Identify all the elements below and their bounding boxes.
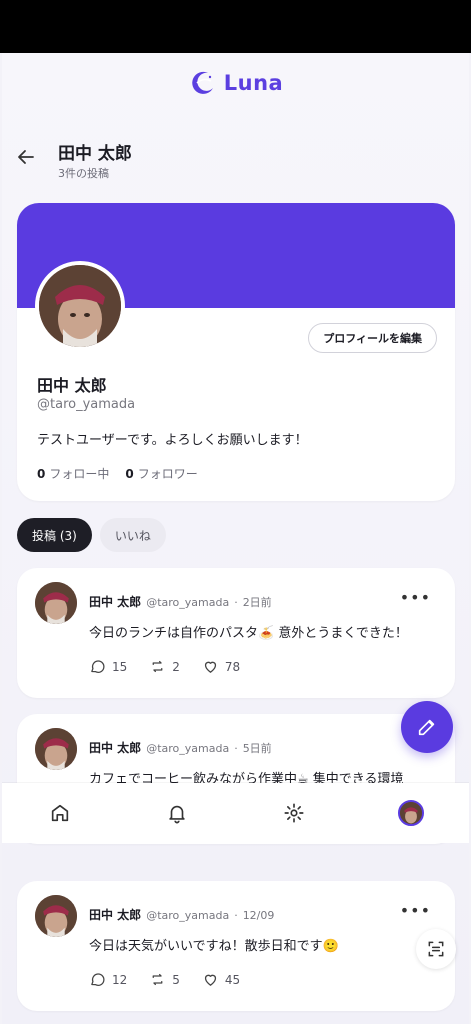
profile-stats: 0 フォロー中 0 フォロワー (37, 465, 198, 482)
heart-icon (204, 661, 217, 673)
post-author-name[interactable]: 田中 太郎 (89, 739, 141, 756)
compose-button[interactable] (401, 701, 453, 753)
reply-button[interactable]: 15 (89, 658, 127, 675)
separator-dot: · (234, 909, 238, 922)
post-avatar[interactable] (35, 895, 77, 937)
pencil-icon (418, 719, 435, 736)
repost-icon (152, 660, 163, 673)
like-button[interactable]: 45 (202, 971, 240, 988)
post-header: 田中 太郎 @taro_yamada · 12/09 (89, 906, 274, 923)
tab-posts[interactable]: 投稿 (3) (17, 518, 92, 552)
separator-dot: · (234, 742, 238, 755)
status-bar (0, 0, 471, 53)
post-text: 今日のランチは自作のパスタ🍝 意外とうまくできた！ (89, 626, 408, 641)
post-card[interactable]: 田中 太郎 @taro_yamada · 2日前 ••• 今日のランチは自作のパ… (17, 568, 455, 698)
app-screen: Luna 田中 太郎 3件の投稿 プロフィールを編集 田中 太郎 @taro_y… (2, 53, 469, 1024)
topbar-title: 田中 太郎 (58, 144, 132, 164)
post-author-handle: @taro_yamada (146, 742, 230, 755)
followers-stat[interactable]: 0 フォロワー (125, 465, 197, 482)
more-options-icon[interactable]: ••• (400, 901, 431, 920)
back-arrow-icon[interactable] (14, 145, 38, 169)
post-avatar[interactable] (35, 728, 77, 770)
post-author-handle: @taro_yamada (146, 909, 230, 922)
post-header: 田中 太郎 @taro_yamada · 2日前 (89, 593, 272, 610)
reply-icon (91, 973, 105, 986)
bell-icon (169, 805, 185, 824)
repost-button[interactable]: 5 (149, 971, 180, 988)
nav-home[interactable] (40, 793, 80, 833)
gear-icon (284, 803, 304, 823)
profile-handle: @taro_yamada (37, 397, 136, 412)
profile-tabs: 投稿 (3) いいね (17, 518, 166, 552)
post-author-name[interactable]: 田中 太郎 (89, 593, 141, 610)
post-avatar[interactable] (35, 582, 77, 624)
home-icon (52, 804, 69, 822)
profile-bio: テストユーザーです。よろしくお願いします！ (37, 433, 308, 448)
post-text: 今日は天気がいいですね！散歩日和です🙂 (89, 939, 339, 954)
post-author-handle: @taro_yamada (146, 596, 230, 609)
topbar-post-count: 3件の投稿 (58, 167, 109, 180)
reply-icon (91, 660, 105, 673)
tab-likes[interactable]: いいね (99, 518, 166, 552)
post-author-name[interactable]: 田中 太郎 (89, 906, 141, 923)
more-options-icon[interactable]: ••• (400, 588, 431, 607)
post-time: 2日前 (242, 596, 272, 609)
edit-profile-button[interactable]: プロフィールを編集 (308, 323, 437, 353)
post-actions: 15 2 78 (89, 658, 240, 675)
nav-profile[interactable] (391, 793, 431, 833)
post-time: 5日前 (242, 742, 272, 755)
bottom-navigation (2, 783, 469, 843)
scan-button[interactable] (416, 929, 456, 969)
post-time: 12/09 (242, 909, 275, 922)
luna-logo-icon (188, 68, 218, 98)
repost-icon (152, 973, 163, 986)
following-stat[interactable]: 0 フォロー中 (37, 465, 109, 482)
scan-icon (428, 941, 444, 957)
repost-button[interactable]: 2 (149, 658, 180, 675)
separator-dot: · (234, 596, 238, 609)
post-actions: 12 5 45 (89, 971, 240, 988)
profile-avatar (35, 261, 125, 351)
post-card[interactable]: 田中 太郎 @taro_yamada · 12/09 ••• 今日は天気がいいで… (17, 881, 455, 1011)
profile-topbar: 田中 太郎 3件の投稿 (2, 135, 469, 185)
profile-avatar-icon (397, 800, 424, 826)
app-header: Luna (2, 53, 469, 113)
nav-settings[interactable] (274, 793, 314, 833)
post-header: 田中 太郎 @taro_yamada · 5日前 (89, 739, 272, 756)
heart-icon (204, 974, 217, 986)
profile-card: プロフィールを編集 田中 太郎 @taro_yamada テストユーザーです。よ… (17, 203, 455, 501)
nav-notifications[interactable] (157, 793, 197, 833)
like-button[interactable]: 78 (202, 658, 240, 675)
profile-name: 田中 太郎 (37, 376, 107, 395)
app-logo-text: Luna (223, 71, 284, 95)
reply-button[interactable]: 12 (89, 971, 127, 988)
